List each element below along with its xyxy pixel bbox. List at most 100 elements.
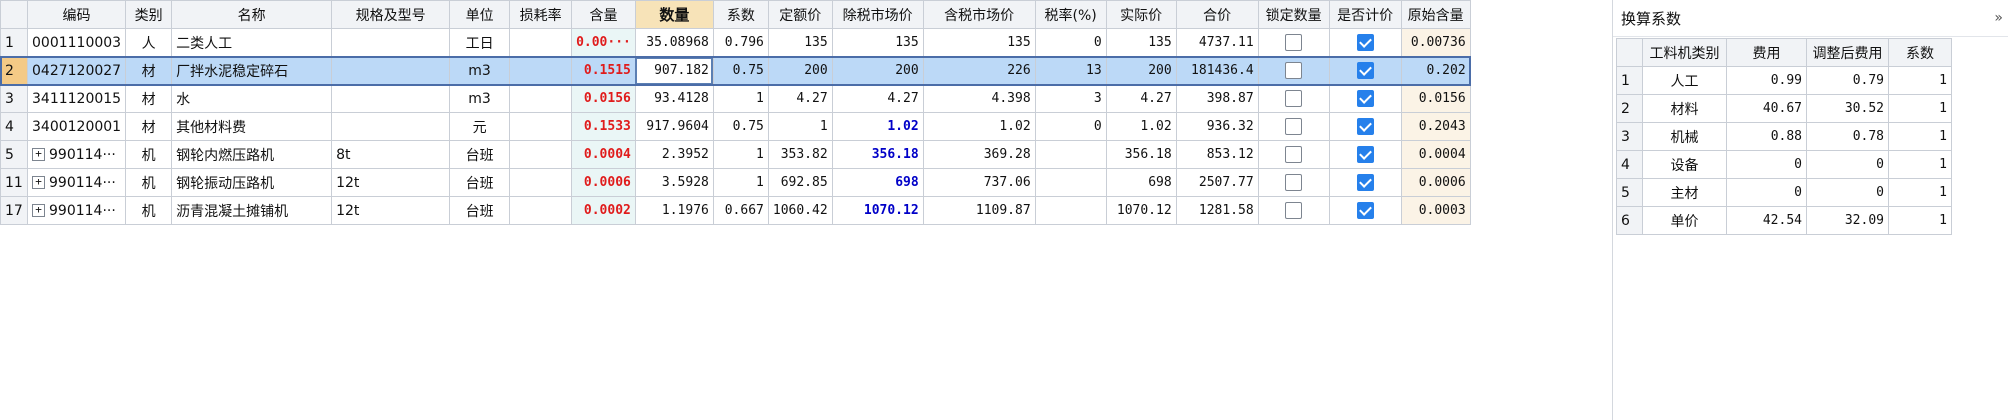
cell-content[interactable]: 0.0002 bbox=[571, 196, 636, 225]
cell-loss[interactable] bbox=[509, 56, 573, 85]
cell-priced[interactable] bbox=[1328, 140, 1402, 169]
cell-loss[interactable] bbox=[509, 112, 573, 141]
cell-actual[interactable]: 200 bbox=[1105, 56, 1177, 85]
coef-col-header-adj[interactable]: 调整后费用 bbox=[1806, 38, 1889, 67]
cell-unit[interactable]: 台班 bbox=[449, 168, 511, 197]
cell-total[interactable]: 936.32 bbox=[1175, 112, 1259, 141]
cell-name[interactable]: 厂拌水泥稳定碎石 bbox=[171, 56, 333, 85]
coef-cell-fee[interactable]: 40.67 bbox=[1726, 94, 1807, 123]
cell-priced[interactable] bbox=[1328, 28, 1402, 57]
row-number[interactable]: 4 bbox=[0, 112, 28, 141]
table-row[interactable]: 11 +990114··· 机钢轮振动压路机 12t 台班 0.0006 3.5928 1 69… bbox=[0, 168, 1471, 197]
coef-cell-type[interactable]: 材料 bbox=[1642, 94, 1727, 123]
cell-qty[interactable]: 917.9604 bbox=[634, 112, 714, 141]
expand-plus-icon[interactable]: + bbox=[32, 148, 45, 161]
cell-qty[interactable]: 907.182 bbox=[634, 56, 714, 85]
col-header-market-ex[interactable]: 除税市场价 bbox=[831, 0, 924, 29]
cell-market-ex[interactable]: 135 bbox=[831, 28, 924, 57]
cell-type[interactable]: 机 bbox=[125, 168, 173, 197]
cell-loss[interactable] bbox=[509, 140, 573, 169]
cell-loss[interactable] bbox=[509, 196, 573, 225]
cell-type[interactable]: 机 bbox=[125, 140, 173, 169]
coef-row[interactable]: 1 人工 0.99 0.79 1 bbox=[1616, 66, 1952, 95]
coef-cell-fee[interactable]: 0.99 bbox=[1726, 66, 1807, 95]
coef-cell-type[interactable]: 人工 bbox=[1642, 66, 1727, 95]
col-header-tax[interactable]: 税率(%) bbox=[1034, 0, 1107, 29]
cell-orig[interactable]: 0.0003 bbox=[1400, 196, 1471, 225]
cell-code[interactable]: 0001110003 bbox=[26, 28, 127, 57]
cell-market-in[interactable]: 1.02 bbox=[922, 112, 1036, 141]
cell-spec[interactable] bbox=[331, 112, 451, 141]
cell-tax[interactable]: 13 bbox=[1034, 56, 1107, 85]
cell-content[interactable]: 0.0004 bbox=[571, 140, 636, 169]
double-chevron-right-icon[interactable]: » bbox=[1994, 10, 2003, 26]
cell-market-ex[interactable]: 4.27 bbox=[831, 84, 924, 113]
priced-checkbox[interactable] bbox=[1356, 34, 1374, 51]
coef-row[interactable]: 2 材料 40.67 30.52 1 bbox=[1616, 94, 1952, 123]
cell-actual[interactable]: 356.18 bbox=[1105, 140, 1177, 169]
cell-unit[interactable]: m3 bbox=[449, 56, 511, 85]
cell-tax[interactable] bbox=[1034, 140, 1107, 169]
cell-content[interactable]: 0.1533 bbox=[571, 112, 636, 141]
priced-checkbox[interactable] bbox=[1356, 90, 1374, 107]
cell-spec[interactable]: 12t bbox=[331, 168, 451, 197]
cell-market-ex[interactable]: 1070.12 bbox=[831, 196, 924, 225]
cell-unit[interactable]: m3 bbox=[449, 84, 511, 113]
cell-loss[interactable] bbox=[509, 28, 573, 57]
coef-cell-coef[interactable]: 1 bbox=[1888, 178, 1952, 207]
cell-name[interactable]: 钢轮内燃压路机 bbox=[171, 140, 333, 169]
priced-checkbox[interactable] bbox=[1356, 118, 1374, 135]
cell-quota[interactable]: 135 bbox=[767, 28, 833, 57]
col-header-total[interactable]: 合价 bbox=[1175, 0, 1259, 29]
cell-orig[interactable]: 0.00736 bbox=[1400, 28, 1471, 57]
priced-checkbox[interactable] bbox=[1356, 62, 1374, 79]
coef-col-header-fee[interactable]: 费用 bbox=[1726, 38, 1807, 67]
cell-coef[interactable]: 1 bbox=[712, 84, 769, 113]
cell-code[interactable]: +990114··· bbox=[26, 168, 127, 197]
coef-cell-coef[interactable]: 1 bbox=[1888, 94, 1952, 123]
cell-quota[interactable]: 200 bbox=[767, 56, 833, 85]
lock-checkbox[interactable] bbox=[1285, 90, 1303, 107]
col-header-orig[interactable]: 原始含量 bbox=[1400, 0, 1471, 29]
coef-row-number[interactable]: 3 bbox=[1616, 122, 1643, 151]
row-number[interactable]: 3 bbox=[0, 84, 28, 113]
cell-type[interactable]: 材 bbox=[125, 112, 173, 141]
cell-orig[interactable]: 0.0156 bbox=[1400, 84, 1471, 113]
table-row[interactable]: 3 3411120015 材水 m3 0.0156 93.4128 1 4.27 4.27 4.3… bbox=[0, 84, 1471, 113]
coef-cell-adj[interactable]: 0.78 bbox=[1806, 122, 1889, 151]
cell-market-ex[interactable]: 356.18 bbox=[831, 140, 924, 169]
cell-spec[interactable] bbox=[331, 28, 451, 57]
cell-priced[interactable] bbox=[1328, 168, 1402, 197]
priced-checkbox[interactable] bbox=[1356, 174, 1374, 191]
cell-content[interactable]: 0.1515 bbox=[571, 56, 636, 85]
cell-lock[interactable] bbox=[1257, 168, 1330, 197]
coef-row[interactable]: 4 设备 0 0 1 bbox=[1616, 150, 1952, 179]
cell-lock[interactable] bbox=[1257, 112, 1330, 141]
cell-actual[interactable]: 1.02 bbox=[1105, 112, 1177, 141]
cell-actual[interactable]: 4.27 bbox=[1105, 84, 1177, 113]
cell-market-in[interactable]: 737.06 bbox=[922, 168, 1036, 197]
col-header-content[interactable]: 含量 bbox=[571, 0, 636, 29]
lock-checkbox[interactable] bbox=[1285, 146, 1303, 163]
coef-row-number[interactable]: 6 bbox=[1616, 206, 1643, 235]
coef-cell-coef[interactable]: 1 bbox=[1888, 122, 1952, 151]
cell-unit[interactable]: 台班 bbox=[449, 196, 511, 225]
lock-checkbox[interactable] bbox=[1285, 118, 1303, 135]
row-number[interactable]: 1 bbox=[0, 28, 28, 57]
coef-cell-adj[interactable]: 30.52 bbox=[1806, 94, 1889, 123]
col-header-code[interactable]: 编码 bbox=[26, 0, 127, 29]
cell-coef[interactable]: 0.75 bbox=[712, 56, 769, 85]
cell-content[interactable]: 0.0006 bbox=[571, 168, 636, 197]
table-row[interactable]: 5 +990114··· 机钢轮内燃压路机 8t 台班 0.0004 2.3952 1 353.… bbox=[0, 140, 1471, 169]
coef-cell-coef[interactable]: 1 bbox=[1888, 206, 1952, 235]
table-row[interactable]: 17 +990114··· 机沥青混凝土摊铺机 12t 台班 0.0002 1.1976 0.… bbox=[0, 196, 1471, 225]
cell-total[interactable]: 2507.77 bbox=[1175, 168, 1259, 197]
coef-cell-coef[interactable]: 1 bbox=[1888, 150, 1952, 179]
coef-cell-fee[interactable]: 0 bbox=[1726, 178, 1807, 207]
cell-qty[interactable]: 3.5928 bbox=[634, 168, 714, 197]
cell-priced[interactable] bbox=[1328, 196, 1402, 225]
cell-market-in[interactable]: 1109.87 bbox=[922, 196, 1036, 225]
coef-cell-type[interactable]: 设备 bbox=[1642, 150, 1727, 179]
lock-checkbox[interactable] bbox=[1285, 62, 1303, 79]
cell-name[interactable]: 其他材料费 bbox=[171, 112, 333, 141]
